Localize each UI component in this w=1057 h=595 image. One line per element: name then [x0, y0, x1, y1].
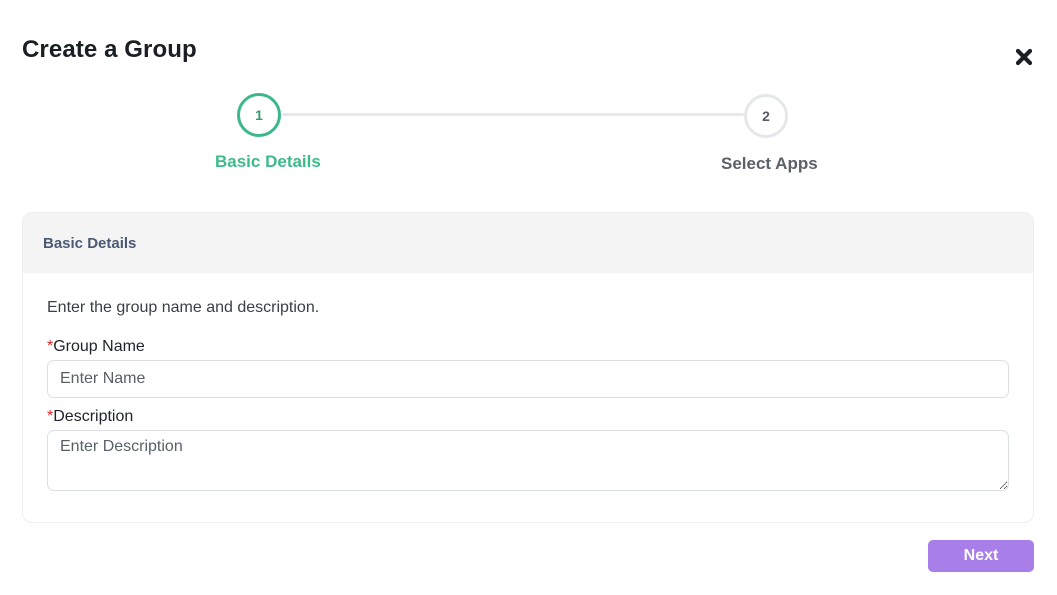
next-button[interactable]: Next	[928, 540, 1034, 572]
basic-details-card: Basic Details Enter the group name and d…	[22, 212, 1034, 523]
step-1-indicator[interactable]: 1	[237, 93, 281, 137]
close-icon	[1015, 48, 1033, 66]
group-name-label: *Group Name	[47, 338, 145, 356]
step-2-indicator[interactable]: 2	[744, 94, 788, 138]
description-textarea[interactable]	[47, 430, 1009, 491]
close-button[interactable]	[1012, 45, 1036, 69]
card-header: Basic Details	[23, 213, 1033, 273]
step-2-label[interactable]: Select Apps	[721, 154, 818, 174]
group-name-input[interactable]	[47, 360, 1009, 398]
stepper-connector-line	[282, 113, 744, 116]
description-label-text: Description	[53, 408, 134, 425]
dialog-title: Create a Group	[22, 36, 197, 63]
create-group-dialog: Create a Group 1 2 Basic Details Select …	[0, 0, 1057, 595]
step-1-label[interactable]: Basic Details	[215, 152, 321, 172]
group-name-label-text: Group Name	[53, 338, 145, 355]
description-label: *Description	[47, 408, 133, 426]
card-description: Enter the group name and description.	[47, 299, 320, 316]
